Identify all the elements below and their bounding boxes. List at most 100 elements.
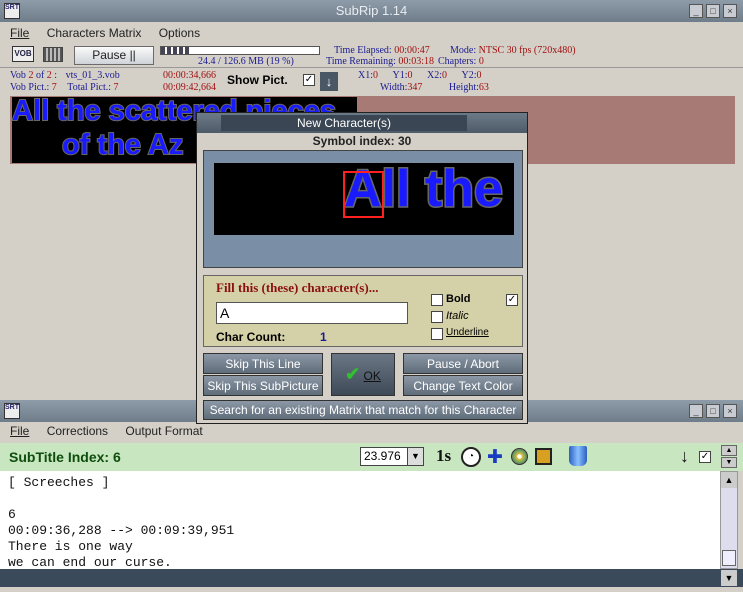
y1-label: Y1:: [392, 70, 408, 81]
check-icon: ✔: [345, 364, 361, 384]
pause-button[interactable]: Pause ||: [74, 46, 154, 65]
minimize-button[interactable]: _: [689, 4, 703, 18]
scroll-thumb[interactable]: [722, 550, 736, 566]
char-count-value: 1: [320, 330, 327, 344]
chapters-value: 0: [478, 56, 484, 67]
mode-value: NTSC 30 fps (720x480): [478, 45, 576, 56]
editor-line[interactable]: 6: [8, 507, 712, 523]
dialog-title-bar[interactable]: New Character(s): [197, 113, 527, 133]
italic-label: Italic: [446, 310, 469, 322]
char-count-label: Char Count:: [216, 330, 286, 344]
coords-row-2: Width:347 Height:63: [380, 82, 489, 93]
scroll-down-small[interactable]: ▼: [721, 457, 737, 468]
subtitle-checkbox[interactable]: ✓: [699, 451, 711, 463]
subtitle-menu-file[interactable]: File: [10, 422, 29, 440]
underline-checkbox[interactable]: [431, 328, 443, 340]
subtitle-menu-corrections[interactable]: Corrections: [47, 422, 108, 440]
mode: Mode: NTSC 30 fps (720x480): [450, 45, 576, 56]
subtitle-editor[interactable]: [ Screeches ] 6 00:09:36,288 --> 00:09:39…: [0, 471, 720, 570]
subtitle-maximize-button[interactable]: □: [706, 404, 720, 418]
editor-line[interactable]: There is one way: [8, 539, 712, 555]
disc-icon[interactable]: [511, 448, 528, 465]
total-pict-label: Total Pict.:: [67, 82, 112, 93]
chevron-down-icon: ▼: [407, 448, 423, 465]
editor-line[interactable]: 00:09:36,288 --> 00:09:39,951: [8, 523, 712, 539]
subtitle-line-2: of the Az: [61, 128, 184, 162]
change-text-color-button[interactable]: Change Text Color: [403, 375, 523, 396]
pause-abort-button[interactable]: Pause / Abort: [403, 353, 523, 374]
progress-bar: [160, 46, 320, 55]
skip-line-button[interactable]: Skip This Line: [203, 353, 323, 374]
preview-image: All the: [214, 163, 514, 235]
height-value: 63: [478, 82, 489, 93]
arrow-down-icon-2[interactable]: ↓: [680, 446, 689, 467]
time-end: 00:09:42,664: [163, 82, 217, 93]
height-label: Height:: [448, 82, 479, 93]
arrow-down-icon[interactable]: ↓: [320, 72, 338, 91]
save-icon[interactable]: [535, 448, 552, 465]
ok-label: OK: [363, 369, 381, 383]
subtitle-close-button[interactable]: ×: [723, 404, 737, 418]
symbol-index-label: Symbol index:: [312, 134, 395, 148]
subtitle-index-label: SubTitle Index:: [9, 449, 110, 465]
x1-label: X1:: [358, 70, 373, 81]
new-character-dialog: New Character(s) Symbol index: 30 All th…: [196, 112, 528, 424]
one-second-icon[interactable]: 1s: [436, 446, 458, 468]
show-pict-checkbox[interactable]: ✓: [303, 74, 315, 86]
skip-subpicture-button[interactable]: Skip This SubPicture: [203, 375, 323, 396]
time-elapsed-value: 00:00:47: [394, 45, 430, 56]
menu-options[interactable]: Options: [159, 24, 200, 42]
ok-button[interactable]: ✔ OK: [331, 353, 395, 396]
time-elapsed: Time Elapsed: 00:00:47: [334, 45, 430, 56]
app-icon: SRT: [4, 3, 20, 19]
selection-box: [343, 171, 384, 218]
x2-label: X2:: [427, 70, 442, 81]
time-start: 00:00:34,666: [163, 70, 217, 81]
time-elapsed-label: Time Elapsed:: [334, 45, 392, 56]
scroll-up-small[interactable]: ▲: [721, 445, 737, 456]
editor-line[interactable]: [8, 491, 712, 507]
width-label: Width:: [380, 82, 408, 93]
underline-label: Underline: [446, 327, 489, 338]
italic-checkbox[interactable]: [431, 311, 443, 323]
menu-characters-matrix[interactable]: Characters Matrix: [47, 24, 142, 42]
subtitle-menu-output-format[interactable]: Output Format: [125, 422, 202, 440]
editor-scrollbar[interactable]: ▲: [720, 471, 738, 569]
menu-file[interactable]: File: [10, 24, 29, 42]
vob-number: 2: [28, 70, 34, 81]
subtitle-window: SRT _ □ × File Corrections Output Format…: [0, 400, 743, 592]
width-value: 347: [407, 82, 423, 93]
main-title-bar[interactable]: SRT SubRip 1.14 _ □ ×: [0, 0, 743, 22]
character-input[interactable]: A: [216, 302, 408, 324]
y2-label: Y2:: [461, 70, 477, 81]
close-button[interactable]: ×: [723, 4, 737, 18]
vob-icon[interactable]: VOB: [12, 46, 34, 62]
main-menu-bar: File Characters Matrix Options: [0, 24, 743, 42]
fps-value: 23.976: [364, 449, 401, 463]
fps-select[interactable]: 23.976 ▼: [360, 447, 424, 466]
progress-fill: [161, 47, 192, 54]
scroll-down-icon[interactable]: ▼: [721, 570, 737, 586]
symbol-index: Symbol index: 30: [197, 134, 527, 148]
fill-panel: Fill this (these) character(s)... A Char…: [203, 275, 523, 347]
trash-icon[interactable]: [569, 446, 587, 466]
puzzle-icon[interactable]: ✚: [487, 446, 503, 469]
all-checkbox[interactable]: ✓: [506, 294, 518, 306]
bold-checkbox[interactable]: [431, 294, 443, 306]
chapters: Chapters: 0: [438, 56, 484, 67]
x1-value: 0: [373, 70, 378, 81]
subtitle-index: SubTitle Index: 6: [9, 449, 121, 465]
coords-row-1: X1:0 Y1:0 X2:0 Y2:0: [358, 70, 482, 81]
editor-line[interactable]: [ Screeches ]: [8, 475, 712, 491]
grid-icon[interactable]: [43, 47, 63, 62]
preview-frame: All the: [203, 150, 523, 268]
scroll-up-icon[interactable]: ▲: [721, 472, 737, 488]
vob-pict-value: 7: [51, 82, 57, 93]
search-matrix-button[interactable]: Search for an existing Matrix that match…: [203, 400, 523, 420]
progress-text: 24.4 / 126.6 MB (19 %): [198, 56, 294, 67]
clock-icon[interactable]: ◔: [461, 447, 481, 467]
vob-pict-info: Vob Pict.: 7 Total Pict.: 7: [10, 82, 119, 93]
maximize-button[interactable]: □: [706, 4, 720, 18]
subtitle-minimize-button[interactable]: _: [689, 404, 703, 418]
symbol-index-value: 30: [398, 134, 412, 148]
